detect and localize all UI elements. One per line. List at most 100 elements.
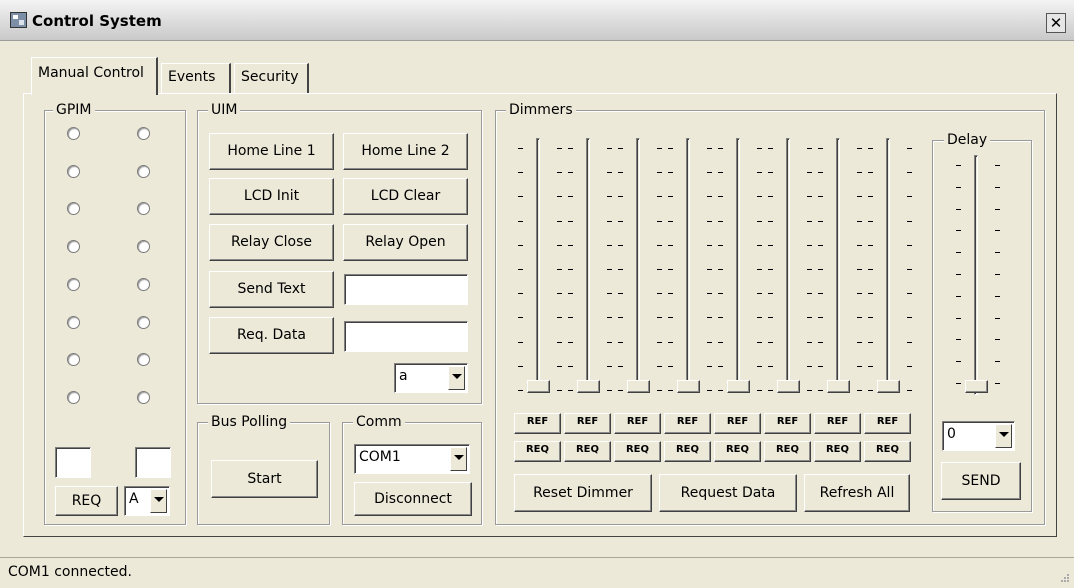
slider-tick <box>668 220 673 222</box>
dimmer-req-button[interactable]: REQ <box>564 441 611 462</box>
dimmer-req-button[interactable]: REQ <box>514 441 561 462</box>
slider-tick <box>657 269 662 270</box>
tab-events[interactable]: Events <box>161 63 231 93</box>
slider-tick <box>995 165 1000 166</box>
slider-tick <box>995 230 1000 232</box>
lcd-init-button[interactable]: LCD Init <box>209 178 334 215</box>
slider-tick <box>807 365 812 367</box>
gpim-radio[interactable] <box>137 315 150 329</box>
delay-select[interactable]: 0 <box>942 421 1015 451</box>
resize-grip-icon[interactable] <box>1058 573 1070 585</box>
dimmer-req-button[interactable]: REQ <box>714 441 761 462</box>
dimmer-thumb[interactable] <box>827 380 850 393</box>
gpim-input-right[interactable] <box>135 447 171 478</box>
slider-tick <box>718 390 723 391</box>
comm-port-select[interactable]: COM1 <box>354 444 470 474</box>
request-data-button[interactable]: Request Data <box>659 474 797 512</box>
lcd-clear-button[interactable]: LCD Clear <box>343 178 468 215</box>
slider-tick <box>718 365 723 367</box>
slider-tick <box>857 365 862 367</box>
gpim-req-button[interactable]: REQ <box>55 486 118 516</box>
button-label: Disconnect <box>374 491 452 507</box>
relay-open-button[interactable]: Relay Open <box>343 224 468 261</box>
gpim-radio[interactable] <box>137 240 150 254</box>
send-button[interactable]: SEND <box>941 462 1021 500</box>
slider-tick <box>568 148 573 149</box>
dimmer-thumb[interactable] <box>577 380 600 393</box>
reset-dimmer-button[interactable]: Reset Dimmer <box>514 474 652 512</box>
gpim-input-left[interactable] <box>55 447 91 478</box>
bus-polling-label: Bus Polling <box>208 414 291 430</box>
dimmer-thumb[interactable] <box>527 380 550 393</box>
dimmer-req-button[interactable]: REQ <box>764 441 811 462</box>
delay-label: Delay <box>944 132 991 148</box>
slider-tick <box>607 365 612 367</box>
gpim-radio[interactable] <box>137 164 150 178</box>
gpim-radio[interactable] <box>67 240 80 254</box>
gpim-radio[interactable] <box>67 164 80 178</box>
dimmer-ref-button[interactable]: REF <box>814 413 861 434</box>
dimmer-ref-button[interactable]: REF <box>514 413 561 434</box>
slider-tick <box>618 172 623 174</box>
slider-tick <box>718 269 723 270</box>
dimmer-thumb[interactable] <box>877 380 900 393</box>
slider-tick <box>907 196 912 198</box>
dimmer-thumb[interactable] <box>777 380 800 393</box>
gpim-radio[interactable] <box>137 127 150 140</box>
dimmer-req-button[interactable]: REQ <box>664 441 711 462</box>
start-button[interactable]: Start <box>211 460 318 498</box>
close-icon[interactable]: ✕ <box>1046 13 1066 33</box>
dimmer-thumb[interactable] <box>727 380 750 393</box>
dimmer-ref-button[interactable]: REF <box>614 413 661 434</box>
tab-manual-control[interactable]: Manual Control <box>31 57 158 95</box>
dimmer-ref-button[interactable]: REF <box>664 413 711 434</box>
disconnect-button[interactable]: Disconnect <box>354 482 472 516</box>
refresh-all-button[interactable]: Refresh All <box>804 474 910 512</box>
dimmer-track <box>736 138 740 393</box>
dimmer-req-button[interactable]: REQ <box>814 441 861 462</box>
home-line-1-button[interactable]: Home Line 1 <box>209 133 334 170</box>
slider-tick <box>857 196 862 198</box>
button-label: REF <box>526 416 549 427</box>
slider-tick <box>757 293 762 295</box>
dimmer-req-button[interactable]: REQ <box>864 441 911 462</box>
slider-tick <box>518 196 523 198</box>
slider-tick <box>818 244 823 246</box>
dimmer-ref-button[interactable]: REF <box>764 413 811 434</box>
send-text-button[interactable]: Send Text <box>209 271 334 308</box>
dimmer-req-button[interactable]: REQ <box>614 441 661 462</box>
gpim-radio[interactable] <box>67 127 80 140</box>
dimmer-ref-button[interactable]: REF <box>864 413 911 434</box>
home-line-2-button[interactable]: Home Line 2 <box>343 133 468 170</box>
button-label: LCD Clear <box>370 188 441 204</box>
relay-close-button[interactable]: Relay Close <box>209 224 334 261</box>
slider-tick <box>857 220 862 222</box>
select-value: 0 <box>947 426 956 442</box>
req-data-input[interactable] <box>344 321 468 352</box>
dimmer-ref-button[interactable]: REF <box>714 413 761 434</box>
req-data-button[interactable]: Req. Data <box>209 317 334 354</box>
dimmer-track <box>586 138 590 393</box>
dimmer-thumb[interactable] <box>627 380 650 393</box>
slider-tick <box>868 390 873 391</box>
gpim-radio[interactable] <box>137 390 150 404</box>
dropdown-arrow-icon <box>995 424 1012 448</box>
select-value: COM1 <box>359 449 401 465</box>
button-label: REF <box>626 416 649 427</box>
uim-select[interactable]: a <box>394 363 468 393</box>
gpim-select[interactable]: A <box>124 486 170 516</box>
slider-tick <box>618 269 623 270</box>
dimmer-ref-button[interactable]: REF <box>564 413 611 434</box>
slider-tick <box>707 365 712 367</box>
slider-tick <box>557 172 562 174</box>
gpim-radio[interactable] <box>67 390 80 404</box>
dimmer-thumb[interactable] <box>677 380 700 393</box>
delay-thumb[interactable] <box>965 380 988 393</box>
slider-tick <box>868 220 873 222</box>
tab-security[interactable]: Security <box>234 63 309 93</box>
slider-tick <box>718 317 723 319</box>
gpim-radio[interactable] <box>67 277 80 291</box>
send-text-input[interactable] <box>344 274 468 305</box>
gpim-radio[interactable] <box>137 277 150 291</box>
gpim-radio[interactable] <box>67 315 80 329</box>
